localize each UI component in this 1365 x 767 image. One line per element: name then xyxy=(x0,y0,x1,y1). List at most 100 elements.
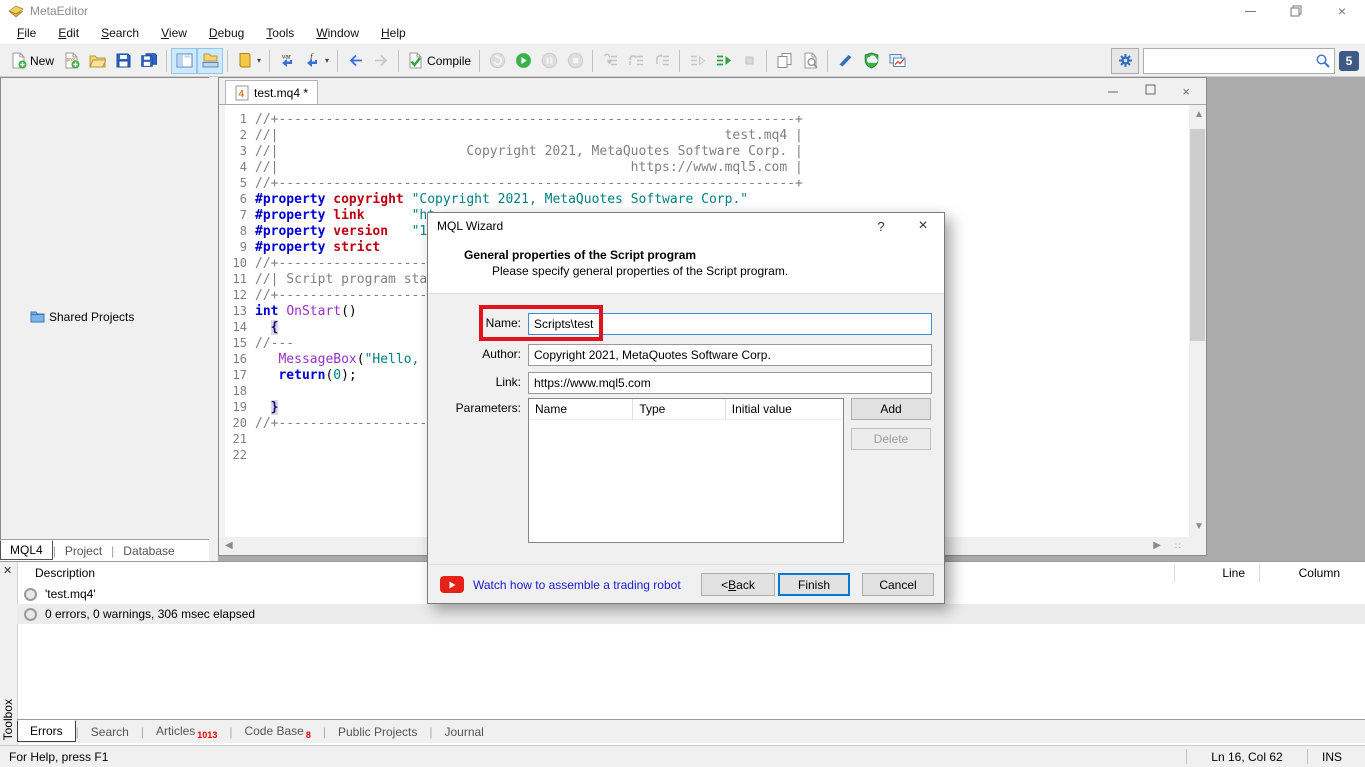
menu-bar: FileEditSearchViewDebugToolsWindowHelp xyxy=(0,22,1365,45)
bookmark-func-icon: f xyxy=(304,52,321,69)
code-line: 2//| test.mq4 | xyxy=(225,127,803,143)
toolbox-tab-search[interactable]: Search xyxy=(79,722,141,742)
menu-edit[interactable]: Edit xyxy=(47,23,90,43)
menu-search[interactable]: Search xyxy=(90,23,150,43)
dialog-help-icon[interactable]: ? xyxy=(860,213,902,239)
save-all-button[interactable] xyxy=(136,48,162,74)
author-field[interactable] xyxy=(528,344,932,366)
folder-icon xyxy=(30,310,45,323)
dialog-close-icon[interactable]: × xyxy=(902,213,944,239)
new-file-button[interactable]: New xyxy=(6,48,58,74)
scroll-down-icon[interactable]: ▼ xyxy=(1194,522,1204,532)
toggle-navigator-button[interactable] xyxy=(171,48,197,74)
bookmark-func-button[interactable]: f▾ xyxy=(300,48,333,74)
menu-debug[interactable]: Debug xyxy=(198,23,255,43)
step-over-button[interactable] xyxy=(623,48,649,74)
dialog-title-bar: MQL Wizard ? × xyxy=(428,213,944,239)
styler-button[interactable] xyxy=(832,48,858,74)
toggle-navigator-icon xyxy=(176,52,193,69)
close-icon[interactable]: × xyxy=(1319,0,1365,22)
search-icon[interactable] xyxy=(1315,53,1331,69)
youtube-icon[interactable] xyxy=(440,576,464,593)
vertical-scrollbar[interactable]: ▲ ▼ xyxy=(1189,104,1206,537)
new-project-button[interactable]: proj xyxy=(58,48,84,74)
finish-button[interactable]: Finish xyxy=(778,573,850,596)
toolbox-close-icon[interactable]: ✕ xyxy=(3,564,12,577)
break-button[interactable] xyxy=(736,48,762,74)
child-maximize-icon[interactable] xyxy=(1145,84,1156,98)
copy-button[interactable] xyxy=(771,48,797,74)
restart-button[interactable] xyxy=(484,48,510,74)
start-icon xyxy=(515,52,532,69)
document-tab-label: test.mq4 * xyxy=(254,86,308,100)
charts-icon xyxy=(889,52,906,69)
toolbox-row[interactable]: 0 errors, 0 warnings, 306 msec elapsed xyxy=(17,604,1365,624)
navigator-tab-database[interactable]: Database xyxy=(114,542,183,560)
vertical-scroll-thumb[interactable] xyxy=(1190,129,1205,341)
scroll-right-icon[interactable]: ▶ xyxy=(1153,541,1161,551)
save-button[interactable] xyxy=(110,48,136,74)
step-out-button[interactable] xyxy=(649,48,675,74)
styler-book-button[interactable]: ▾ xyxy=(232,48,265,74)
toolbox-tab-errors[interactable]: Errors xyxy=(17,720,76,742)
open-folder-button[interactable] xyxy=(84,48,110,74)
toolbox-tab-public-projects[interactable]: Public Projects xyxy=(326,722,429,742)
menu-tools[interactable]: Tools xyxy=(255,23,305,43)
toolbox-tab-articles[interactable]: Articles1013 xyxy=(144,721,229,743)
restore-icon[interactable] xyxy=(1273,0,1319,22)
menu-window[interactable]: Window xyxy=(305,23,370,43)
dialog-heading: General properties of the Script program xyxy=(464,248,696,262)
compile-icon xyxy=(407,52,424,69)
save-icon xyxy=(115,52,132,69)
compile-button[interactable]: Compile xyxy=(403,48,475,74)
toolbar-groups: Newproj ▾ varf▾ Compile xyxy=(6,48,910,74)
code-line: 6#property copyright "Copyright 2021, Me… xyxy=(225,191,803,207)
back-button[interactable] xyxy=(342,48,368,74)
cancel-button[interactable]: Cancel xyxy=(862,573,934,596)
pause-button[interactable] xyxy=(536,48,562,74)
search-input[interactable] xyxy=(1144,51,1315,71)
stop-button[interactable] xyxy=(562,48,588,74)
find-in-files-button[interactable] xyxy=(797,48,823,74)
scroll-up-icon[interactable]: ▲ xyxy=(1194,110,1204,120)
line-header: Line xyxy=(1185,566,1245,580)
step-into-button[interactable] xyxy=(597,48,623,74)
charts-button[interactable] xyxy=(884,48,910,74)
styler-icon xyxy=(837,52,854,69)
add-button[interactable]: Add xyxy=(851,398,931,420)
document-tab-bar: 4 test.mq4 * × xyxy=(219,78,1206,104)
storage-button[interactable] xyxy=(858,48,884,74)
child-minimize-icon[interactable] xyxy=(1108,84,1119,98)
video-link[interactable]: Watch how to assemble a trading robot xyxy=(473,578,681,592)
panel-splitter[interactable] xyxy=(209,77,218,561)
toolbox-tab-code-base[interactable]: Code Base8 xyxy=(232,721,322,743)
document-tab[interactable]: 4 test.mq4 * xyxy=(225,80,318,104)
navigator-tab-mql4[interactable]: MQL4 xyxy=(0,540,53,560)
toggle-toolbox-button[interactable] xyxy=(197,48,223,74)
menu-view[interactable]: View xyxy=(150,23,198,43)
back-icon xyxy=(347,52,364,69)
app-title: MetaEditor xyxy=(30,4,88,18)
scroll-left-icon[interactable]: ◀ xyxy=(225,541,233,551)
back-button[interactable]: < Back xyxy=(701,573,775,596)
resize-grip[interactable]: ∷ xyxy=(1175,541,1187,553)
continue-button[interactable] xyxy=(710,48,736,74)
navigator-tab-project[interactable]: Project xyxy=(56,542,111,560)
toolbox-tab-journal[interactable]: Journal xyxy=(432,722,495,742)
find-in-files-icon xyxy=(802,52,819,69)
start-button[interactable] xyxy=(510,48,536,74)
continue-icon xyxy=(715,52,732,69)
child-close-icon[interactable]: × xyxy=(1182,84,1190,99)
gear-icon[interactable] xyxy=(1111,48,1139,74)
continue-to-cursor-button[interactable] xyxy=(684,48,710,74)
bookmark-var-button[interactable]: var xyxy=(274,48,300,74)
storage-icon xyxy=(863,52,880,69)
forward-button[interactable] xyxy=(368,48,394,74)
notifications-badge[interactable]: 5 xyxy=(1339,51,1359,71)
link-field[interactable] xyxy=(528,372,932,394)
parameters-table[interactable]: NameTypeInitial value xyxy=(528,398,844,543)
menu-file[interactable]: File xyxy=(6,23,47,43)
minimize-icon[interactable] xyxy=(1227,0,1273,22)
mq4-file-icon: 4 xyxy=(235,85,249,101)
menu-help[interactable]: Help xyxy=(370,23,417,43)
